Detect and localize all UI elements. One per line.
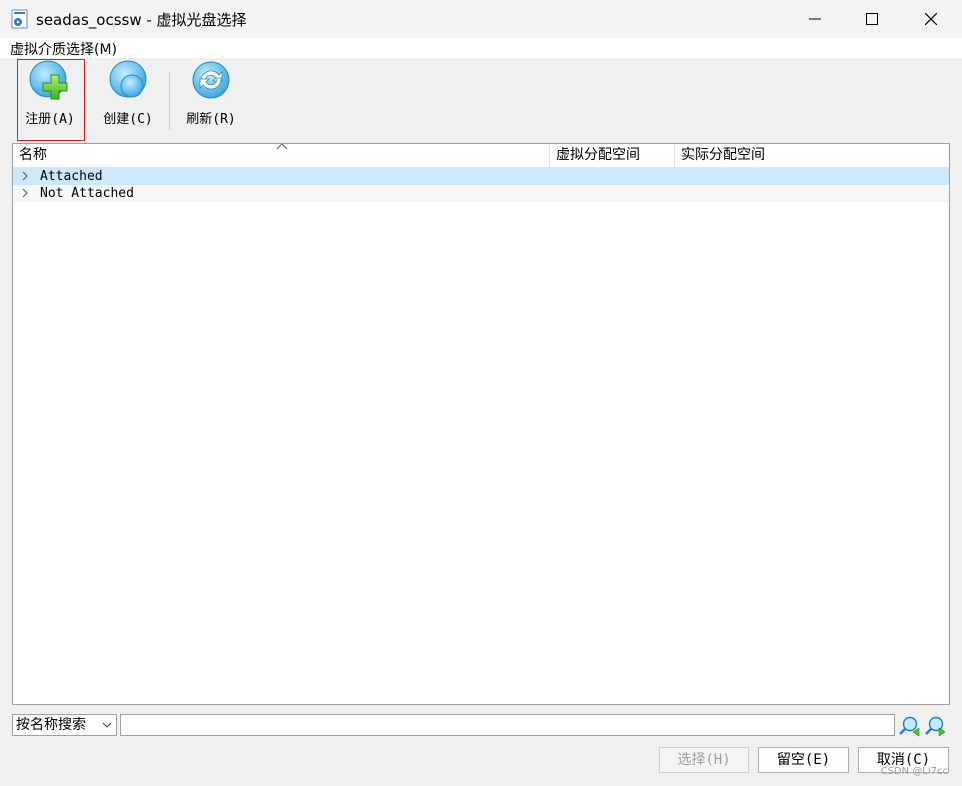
tree-row-label: Attached [40,169,103,184]
app-icon [11,9,28,29]
list-header: 名称 虚拟分配空间 实际分配空间 [13,143,949,168]
maximize-button[interactable] [843,0,901,38]
chevron-right-icon[interactable] [19,187,31,199]
toolbar: 注册(A) 创建(C) 刷新(R) [0,58,962,142]
select-button[interactable]: 选择(H) [659,747,749,773]
media-tree-list[interactable]: 名称 虚拟分配空间 实际分配空间 Attached Not Attached [12,143,950,705]
search-bar: 按名称搜索 [12,714,950,738]
search-previous-icon[interactable] [898,715,920,737]
search-mode-select[interactable]: 按名称搜索 [12,714,117,736]
menu-bar: 虚拟介质选择(M) [0,38,962,58]
chevron-right-icon[interactable] [19,170,31,182]
refresh-label: 刷新(R) [186,112,236,127]
register-label: 注册(A) [25,112,75,127]
search-next-icon[interactable] [924,715,946,737]
column-actual-size[interactable]: 实际分配空间 [675,144,949,167]
menu-virtual-media-select[interactable]: 虚拟介质选择(M) [10,39,117,59]
search-mode-value: 按名称搜索 [16,717,86,733]
sort-ascending-icon [276,143,288,150]
add-disk-icon [29,60,68,100]
chevron-down-icon [102,722,112,728]
column-virtual-size[interactable]: 虚拟分配空间 [550,144,674,167]
register-button[interactable]: 注册(A) [22,60,78,140]
maximize-icon [866,13,878,25]
refresh-icon [192,61,230,99]
watermark: CSDN @Li7cc [880,766,948,777]
tree-row-attached[interactable]: Attached [13,168,949,185]
leave-empty-button[interactable]: 留空(E) [758,747,849,773]
create-disk-icon [109,60,147,98]
close-icon [925,13,937,25]
window-title: seadas_ocssw - 虚拟光盘选择 [36,11,247,29]
close-button[interactable] [902,0,960,38]
title-bar[interactable]: seadas_ocssw - 虚拟光盘选择 [0,0,962,38]
search-input[interactable] [120,714,895,736]
tree-row-label: Not Attached [40,186,134,201]
minimize-icon [809,18,821,20]
refresh-button[interactable]: 刷新(R) [181,60,241,140]
create-label: 创建(C) [103,112,153,127]
tree-row-not-attached[interactable]: Not Attached [13,185,949,202]
create-button[interactable]: 创建(C) [98,60,158,140]
minimize-button[interactable] [786,0,844,38]
toolbar-separator [169,72,170,130]
